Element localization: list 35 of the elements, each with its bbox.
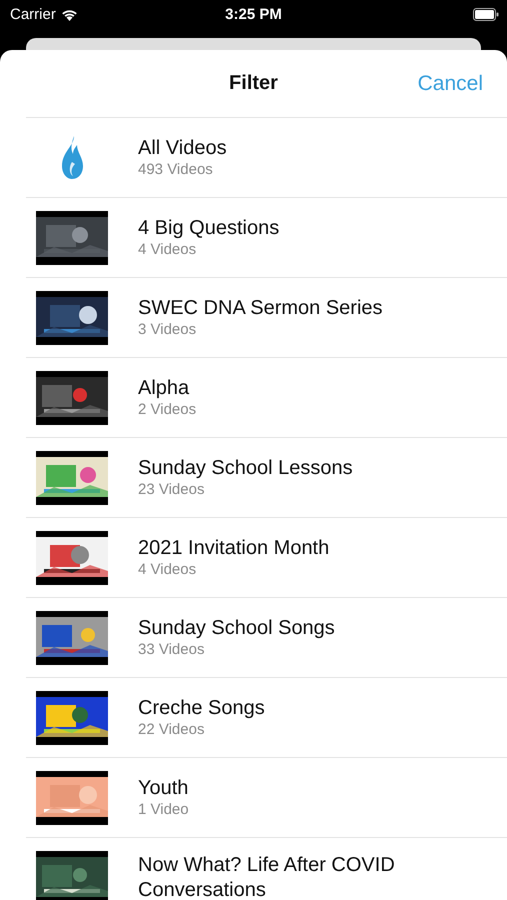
filter-list-item[interactable]: Youth 1 Video [26,758,507,838]
playlist-title: Alpha [138,376,190,401]
playlist-title: SWEC DNA Sermon Series [138,296,383,321]
video-count: 33 Videos [138,641,206,659]
filter-list-item[interactable]: All Videos 493 Videos [26,118,507,198]
filter-list-item[interactable]: Sunday School Songs 33 Videos [26,598,507,678]
filter-list-item[interactable]: Alpha 2 Videos [26,358,507,438]
playlist-title: 2021 Invitation Month [138,536,330,561]
carrier-label: Carrier [10,6,56,22]
video-count: 4 Videos [138,561,198,579]
battery-icon [473,8,499,20]
playlist-title: Youth [138,776,189,801]
playlist-title: Creche Songs [138,696,265,721]
filter-list-item[interactable]: Sunday School Lessons 23 Videos [26,438,507,518]
video-count: 3 Videos [138,321,198,339]
filter-list-item[interactable]: Now What? Life After COVID Conversations [26,838,507,900]
sheet-title: Filter [229,72,278,95]
playlist-title: 4 Big Questions [138,216,280,241]
video-count: 1 Video [138,801,189,819]
wifi-icon [60,8,78,20]
filter-list-item[interactable]: 4 Big Questions 4 Videos [26,198,507,278]
filter-list-item[interactable]: 2021 Invitation Month 4 Videos [26,518,507,598]
status-time: 3:25 PM [225,6,282,22]
playlist-title: All Videos [138,136,227,161]
filter-list-item[interactable]: SWEC DNA Sermon Series 3 Videos [26,278,507,358]
flame-logo-icon [60,136,84,180]
video-count: 2 Videos [138,401,196,419]
video-count: 22 Videos [138,721,206,739]
filter-list-item[interactable]: Creche Songs 22 Videos [26,678,507,758]
video-count: 23 Videos [138,481,206,499]
playlist-title: Sunday School Lessons [138,456,353,481]
video-count: 493 Videos [138,161,214,179]
playlist-title: Sunday School Songs [138,616,335,641]
playlist-title: Now What? Life After COVID Conversations [138,852,396,900]
video-count: 4 Videos [138,241,198,259]
